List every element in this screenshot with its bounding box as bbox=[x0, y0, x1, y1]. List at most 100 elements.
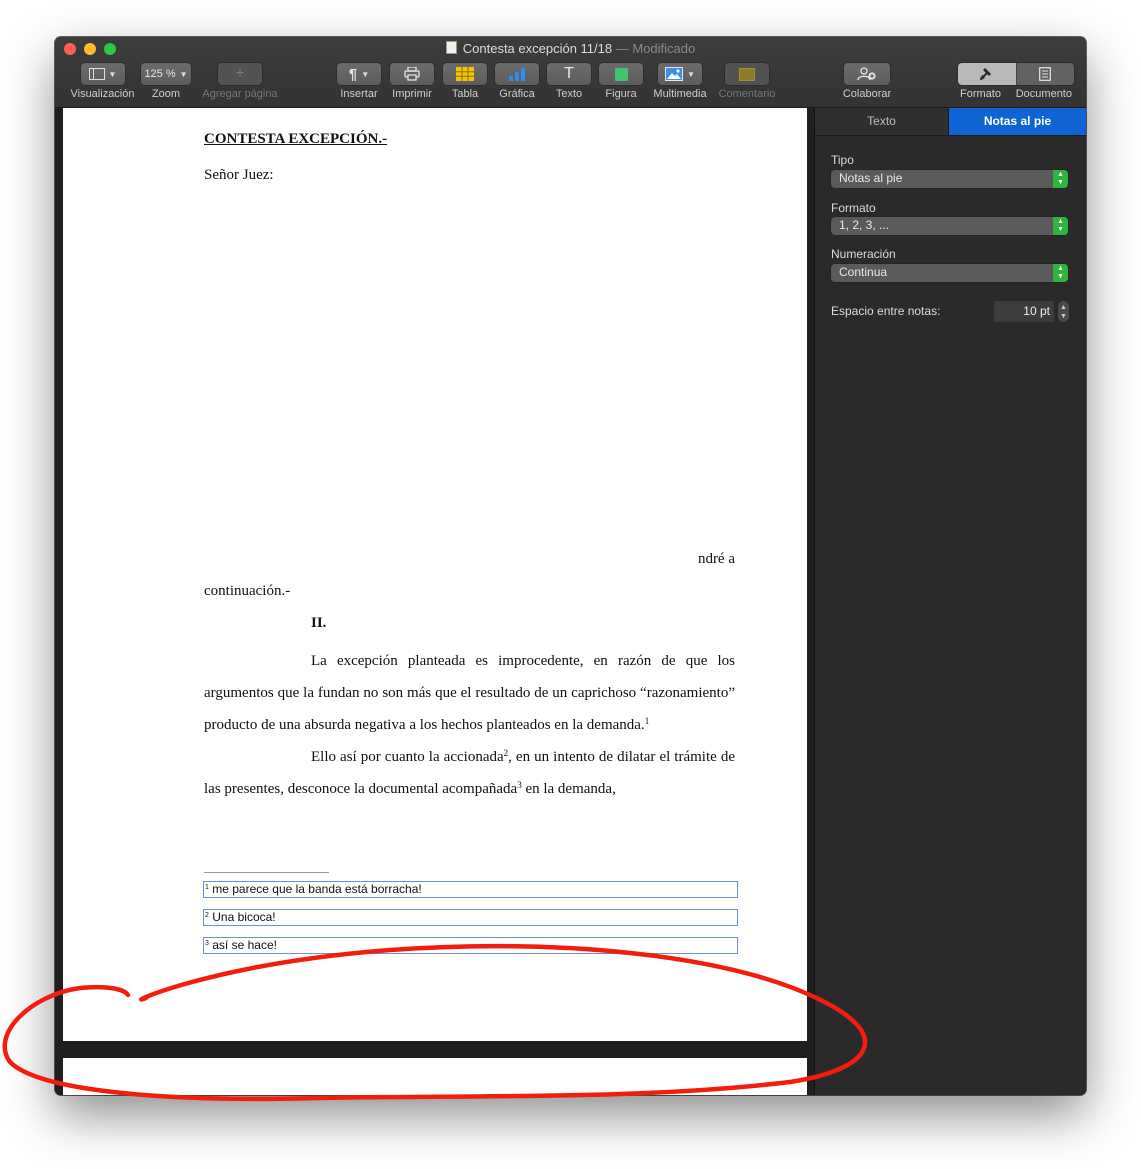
text-label: Texto bbox=[555, 88, 583, 100]
view-tool[interactable]: ▼ Visualización bbox=[64, 63, 141, 100]
footnote-3[interactable]: 3 así se hace! bbox=[203, 937, 738, 954]
numbering-select[interactable]: Continua ▲ ▼ bbox=[831, 264, 1068, 282]
text-fragment[interactable]: ndré a bbox=[204, 551, 735, 568]
zoom-tool[interactable]: 125 % ▼ Zoom bbox=[139, 63, 193, 100]
pages-window: Contesta excepción 11/18 — Modificado ▼ … bbox=[55, 37, 1086, 1095]
footnote-text: Una bicoca! bbox=[212, 910, 276, 924]
footnote-number: 3 bbox=[205, 940, 209, 947]
pilcrow-icon: ¶ bbox=[348, 65, 358, 83]
footnote-ref-1[interactable]: 1 bbox=[645, 716, 650, 726]
table-label: Tabla bbox=[451, 88, 479, 100]
continuation-line[interactable]: continuación.- bbox=[204, 583, 290, 600]
select-arrows-icon: ▲ ▼ bbox=[1053, 217, 1068, 235]
type-select-value: Notas al pie bbox=[839, 171, 903, 185]
page-1[interactable]: CONTESTA EXCEPCIÓN.- Señor Juez: ndré a … bbox=[63, 108, 807, 1041]
insert-tool[interactable]: ¶ ▼ Insertar bbox=[336, 63, 382, 100]
salutation[interactable]: Señor Juez: bbox=[204, 167, 274, 184]
document-label: Documento bbox=[1015, 88, 1072, 100]
inspector-tabs: Texto Notas al pie bbox=[815, 108, 1086, 136]
spacing-input[interactable]: 10 pt bbox=[994, 301, 1054, 322]
type-label: Tipo bbox=[831, 153, 854, 167]
format-select-value: 1, 2, 3, ... bbox=[839, 218, 890, 232]
zoom-button[interactable]: 125 % ▼ bbox=[141, 63, 191, 85]
window-title: Contesta excepción 11/18 — Modificado bbox=[55, 41, 1086, 56]
type-select[interactable]: Notas al pie ▲ ▼ bbox=[831, 170, 1068, 188]
inspector-panel: Texto Notas al pie Tipo Notas al pie ▲ ▼ … bbox=[815, 108, 1086, 1095]
inspector-toggle-labels: Formato Documento bbox=[958, 88, 1074, 100]
table-icon bbox=[456, 67, 474, 81]
chart-icon bbox=[509, 68, 525, 81]
comment-label: Comentario bbox=[718, 88, 776, 100]
page-2[interactable] bbox=[63, 1058, 807, 1095]
media-tool[interactable]: ▼ Multimedia bbox=[649, 63, 711, 100]
format-button[interactable] bbox=[958, 63, 1016, 85]
collaborate-label: Colaborar bbox=[842, 88, 892, 100]
print-button[interactable] bbox=[390, 63, 434, 85]
insert-label: Insertar bbox=[340, 88, 378, 100]
footnote-2[interactable]: 2 Una bicoca! bbox=[203, 909, 738, 926]
titlebar: Contesta excepción 11/18 — Modificado ▼ … bbox=[55, 37, 1086, 108]
text-tool[interactable]: T Texto bbox=[546, 63, 592, 100]
add-page-button[interactable]: + bbox=[218, 63, 262, 85]
chevron-down-icon: ▼ bbox=[179, 69, 188, 79]
comment-note-icon bbox=[739, 67, 755, 81]
add-page-tool[interactable]: + Agregar página bbox=[198, 63, 282, 100]
table-tool[interactable]: Tabla bbox=[442, 63, 488, 100]
footnote-number: 1 bbox=[205, 884, 209, 891]
inspector-segmented-control[interactable] bbox=[958, 63, 1074, 85]
shape-tool[interactable]: Figura bbox=[598, 63, 644, 100]
chart-tool[interactable]: Gráfica bbox=[494, 63, 540, 100]
footnote-number: 2 bbox=[205, 912, 209, 919]
tab-text[interactable]: Texto bbox=[815, 108, 949, 135]
modified-indicator: — Modificado bbox=[615, 41, 696, 56]
document-canvas[interactable]: CONTESTA EXCEPCIÓN.- Señor Juez: ndré a … bbox=[55, 108, 814, 1095]
chevron-down-icon: ▼ bbox=[361, 69, 370, 79]
text-box-icon: T bbox=[564, 65, 574, 82]
document-icon bbox=[1039, 67, 1052, 81]
footnote-text: me parece que la banda está borracha! bbox=[212, 882, 422, 896]
stepper-up-icon[interactable]: ▲ bbox=[1058, 303, 1069, 312]
body-paragraphs[interactable]: La excepción planteada es improcedente, … bbox=[204, 645, 735, 805]
window-title-text: Contesta excepción 11/18 bbox=[462, 41, 613, 56]
shape-button[interactable] bbox=[599, 63, 643, 85]
document-heading[interactable]: CONTESTA EXCEPCIÓN.- bbox=[204, 131, 387, 148]
spacing-stepper[interactable]: ▲ ▼ bbox=[1058, 301, 1069, 322]
format-select[interactable]: 1, 2, 3, ... ▲ ▼ bbox=[831, 217, 1068, 235]
printer-icon bbox=[404, 67, 420, 81]
insert-button[interactable]: ¶ ▼ bbox=[337, 63, 381, 85]
chevron-down-icon: ▼ bbox=[687, 69, 695, 79]
view-button[interactable]: ▼ bbox=[80, 63, 125, 85]
section-number[interactable]: II. bbox=[311, 615, 326, 632]
plus-icon: + bbox=[235, 65, 245, 82]
view-label: Visualización bbox=[70, 88, 135, 100]
add-page-label: Agregar página bbox=[202, 88, 278, 100]
paragraph-1-text: La excepción planteada es improcedente, … bbox=[204, 653, 735, 733]
paragraph-1[interactable]: La excepción planteada es improcedente, … bbox=[204, 645, 735, 741]
paragraph-2[interactable]: Ello así por cuanto la accionada2, en un… bbox=[204, 741, 735, 805]
inspector-toggle[interactable]: Formato Documento bbox=[958, 63, 1074, 100]
zoom-label: Zoom bbox=[151, 88, 181, 100]
text-button[interactable]: T bbox=[547, 63, 591, 85]
tab-footnotes[interactable]: Notas al pie bbox=[949, 108, 1086, 135]
stepper-down-icon[interactable]: ▼ bbox=[1058, 312, 1069, 321]
footnote-separator bbox=[204, 872, 329, 873]
print-tool[interactable]: Imprimir bbox=[388, 63, 436, 100]
footnote-1[interactable]: 1 me parece que la banda está borracha! bbox=[203, 881, 738, 898]
collaborate-tool[interactable]: Colaborar bbox=[841, 63, 893, 100]
chart-label: Gráfica bbox=[499, 88, 535, 100]
comment-button[interactable] bbox=[725, 63, 769, 85]
document-icon bbox=[445, 41, 457, 54]
paintbrush-icon bbox=[979, 68, 991, 80]
comment-tool[interactable]: Comentario bbox=[715, 63, 779, 100]
paragraph-2-text-a: Ello así por cuanto la accionada bbox=[311, 749, 504, 765]
document-button[interactable] bbox=[1015, 63, 1074, 85]
media-button[interactable]: ▼ bbox=[658, 63, 702, 85]
chart-button[interactable] bbox=[495, 63, 539, 85]
sidebar-view-icon bbox=[88, 68, 105, 80]
table-button[interactable] bbox=[443, 63, 487, 85]
collaborate-button[interactable] bbox=[844, 63, 890, 85]
numbering-select-value: Continua bbox=[839, 265, 888, 279]
select-arrows-icon: ▲ ▼ bbox=[1053, 170, 1068, 188]
footnote-text: así se hace! bbox=[212, 938, 277, 952]
shape-square-icon bbox=[614, 67, 628, 81]
